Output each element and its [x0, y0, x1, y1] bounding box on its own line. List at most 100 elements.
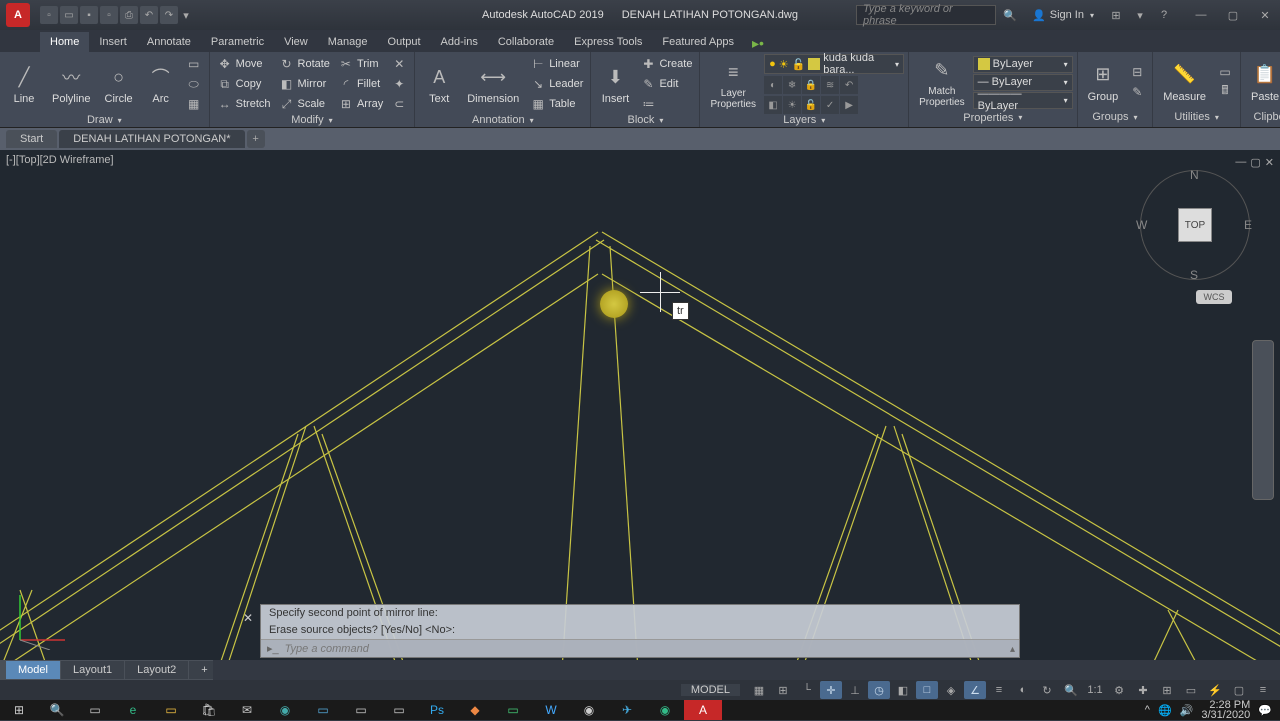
layer-freeze-icon[interactable]: ❄	[783, 76, 801, 94]
rotate-button[interactable]: ↻Rotate	[276, 54, 333, 74]
trim-button[interactable]: ✂Trim	[335, 54, 386, 74]
gear-icon[interactable]: ⚙	[1108, 681, 1130, 699]
cleanscreen-icon[interactable]: ▢	[1228, 681, 1250, 699]
file-tab-start[interactable]: Start	[6, 130, 57, 148]
vp-close-icon[interactable]: ✕	[1265, 156, 1274, 169]
file-tab-add-icon[interactable]: +	[247, 130, 265, 148]
edge-icon[interactable]: e	[114, 700, 152, 720]
app-icon[interactable]: A	[6, 3, 30, 27]
help-icon[interactable]: ?	[1154, 5, 1174, 25]
layer-lock-icon[interactable]: 🔒	[802, 76, 820, 94]
layer-properties-button[interactable]: ≡Layer Properties	[704, 56, 762, 112]
tab-view[interactable]: View	[274, 32, 318, 52]
tab-add-icon[interactable]: ▸•	[744, 35, 772, 52]
erase-button[interactable]: ✕	[388, 54, 410, 74]
offset-button[interactable]: ⊂	[388, 94, 410, 114]
layer-thaw-icon[interactable]: ☀	[783, 96, 801, 114]
search-icon[interactable]: 🔍	[38, 700, 76, 720]
start-button[interactable]: ⊞	[0, 700, 38, 720]
3dsnap-icon[interactable]: ◈	[940, 681, 962, 699]
insert-button[interactable]: ⬇Insert	[595, 61, 635, 107]
cmd-close-icon[interactable]: ✕	[243, 611, 253, 625]
qat-save-icon[interactable]: ▪	[80, 6, 98, 24]
viewcube-s[interactable]: S	[1190, 268, 1198, 282]
linear-button[interactable]: ⊢Linear	[527, 54, 586, 74]
close-button[interactable]: ✕	[1250, 5, 1280, 25]
text-button[interactable]: AText	[419, 61, 459, 107]
hatch-button[interactable]: ▦	[183, 94, 205, 114]
iso-icon[interactable]: ◧	[892, 681, 914, 699]
tab-insert[interactable]: Insert	[89, 32, 137, 52]
viewcube-e[interactable]: E	[1244, 218, 1252, 232]
qat-redo-icon[interactable]: ↷	[160, 6, 178, 24]
mirror-button[interactable]: ◧Mirror	[276, 74, 333, 94]
ortho-icon[interactable]: ⊥	[844, 681, 866, 699]
layout-tab-2[interactable]: Layout2	[125, 661, 188, 679]
grid-icon[interactable]: ▦	[748, 681, 770, 699]
viewcube-w[interactable]: W	[1136, 218, 1147, 232]
layer-walk-icon[interactable]: ▶	[840, 96, 858, 114]
notifications-icon[interactable]: 💬	[1258, 704, 1272, 717]
layout-tab-add-icon[interactable]: +	[189, 661, 213, 679]
word-icon[interactable]: W	[532, 700, 570, 720]
qat-new-icon[interactable]: ▫	[40, 6, 58, 24]
navigation-bar[interactable]	[1252, 340, 1274, 500]
viewport-label[interactable]: [-][Top][2D Wireframe]	[6, 154, 114, 166]
infer-icon[interactable]: └	[796, 681, 818, 699]
line-button[interactable]: ╱Line	[4, 61, 44, 107]
annoscale-icon[interactable]: 🔍	[1060, 681, 1082, 699]
match-properties-button[interactable]: ✎Match Properties	[913, 54, 971, 110]
lw-display-icon[interactable]: ≡	[988, 681, 1010, 699]
app3-icon[interactable]: ▭	[380, 700, 418, 720]
group-edit-icon[interactable]: ✎	[1126, 82, 1148, 102]
rectangle-button[interactable]: ▭	[183, 54, 205, 74]
copy-button[interactable]: ⧉Copy	[214, 74, 274, 94]
create-button[interactable]: ✚Create	[637, 54, 695, 74]
group-button[interactable]: ⊞Group	[1082, 59, 1125, 105]
customize-icon[interactable]: ≡	[1252, 681, 1274, 699]
qat-undo-icon[interactable]: ↶	[140, 6, 158, 24]
drawing-area[interactable]: [-][Top][2D Wireframe] — ▢ ✕	[0, 150, 1280, 660]
app4-icon[interactable]: ◆	[456, 700, 494, 720]
qat-saveas-icon[interactable]: ▫	[100, 6, 118, 24]
ps-icon[interactable]: Ps	[418, 700, 456, 720]
color-dropdown[interactable]: ByLayer▾	[973, 56, 1073, 73]
scale-dropdown[interactable]: 1:1	[1084, 681, 1106, 699]
status-model[interactable]: MODEL	[681, 684, 740, 696]
layer-off-icon[interactable]: ◐	[764, 76, 782, 94]
ellipse-button[interactable]: ⬭	[183, 74, 205, 94]
cmd-history-icon[interactable]: ▴	[1010, 644, 1015, 655]
minimize-button[interactable]: —	[1186, 5, 1216, 25]
layer-unlock-icon[interactable]: 🔓	[802, 96, 820, 114]
tray-network-icon[interactable]: 🌐	[1158, 704, 1172, 717]
measure-button[interactable]: 📏Measure	[1157, 59, 1212, 105]
autocad-task-icon[interactable]: A	[684, 700, 722, 720]
arc-button[interactable]: ⌒Arc	[141, 61, 181, 107]
select-icon[interactable]: ▭	[1214, 62, 1236, 82]
app5-icon[interactable]: ▭	[494, 700, 532, 720]
explode-button[interactable]: ✦	[388, 74, 410, 94]
viewcube-top[interactable]: TOP	[1178, 208, 1212, 242]
polar-icon[interactable]: ◷	[868, 681, 890, 699]
layer-iso-icon[interactable]: ◧	[764, 96, 782, 114]
a360-icon[interactable]: ⊞	[1106, 5, 1126, 25]
qat-plot-icon[interactable]: ⎙	[120, 6, 138, 24]
signin-button[interactable]: 👤Sign In▾	[1024, 9, 1102, 22]
fillet-button[interactable]: ◜Fillet	[335, 74, 386, 94]
dimension-button[interactable]: ⟷Dimension	[461, 61, 525, 107]
cmd-input[interactable]: Type a command	[285, 643, 369, 655]
calc-icon[interactable]: 🖩	[1214, 82, 1236, 102]
cycling-icon[interactable]: ↻	[1036, 681, 1058, 699]
layer-match-icon[interactable]: ≋	[821, 76, 839, 94]
linetype-dropdown[interactable]: ———— ByLayer▾	[973, 92, 1073, 109]
otrack-icon[interactable]: ∠	[964, 681, 986, 699]
search-submit-icon[interactable]: 🔍	[1000, 5, 1020, 25]
clock-date[interactable]: 3/31/2020	[1201, 710, 1250, 720]
tab-manage[interactable]: Manage	[318, 32, 378, 52]
wcs-badge[interactable]: WCS	[1196, 290, 1232, 304]
layout-tab-1[interactable]: Layout1	[61, 661, 124, 679]
maximize-button[interactable]: ▢	[1218, 5, 1248, 25]
vp-maximize-icon[interactable]: ▢	[1250, 156, 1260, 169]
tray-volume-icon[interactable]: 🔊	[1180, 704, 1194, 717]
paste-button[interactable]: 📋Paste	[1245, 59, 1280, 105]
